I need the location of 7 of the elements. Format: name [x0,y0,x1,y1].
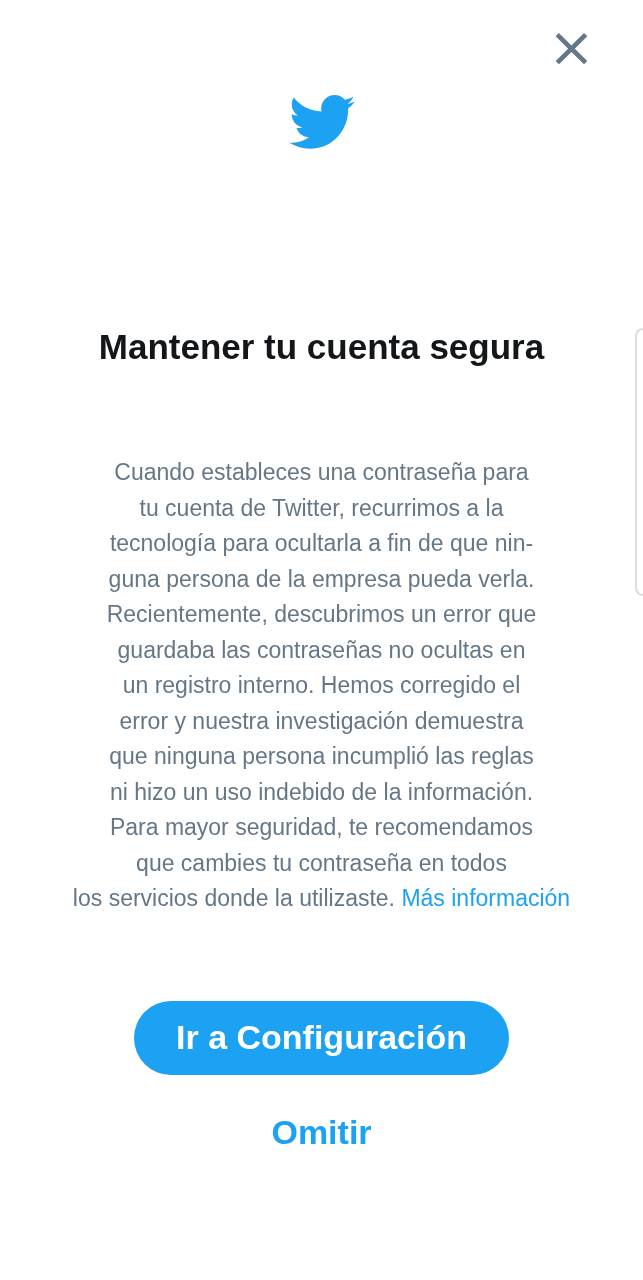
more-info-link[interactable]: Más información [401,885,571,911]
close-button[interactable]: × [544,25,599,69]
screen-title: Mantener tu cuenta segura [98,326,545,368]
body-paragraph: Cuando estableces una contraseña para tu cuenta de Twitter, recurrimos a la tecnología para ocultarla a fin de que nin- guna persona de la empresa pueda verla. Recientemente, descubrimos un error que guardaba las contraseñas no ocultas en un registro interno. Hemos corregido el error y nuestra investigación demuestra que ninguna persona incumplió las reglas ni hizo un uso indebido de la información. Para mayor seguridad, te recomendamos que cambies tu contraseña en todos los servicios donde la utilizaste. Más información [72,458,571,913]
bird-icon [288,95,355,150]
skip-button[interactable]: Omitir [267,1112,376,1152]
settings-button[interactable]: Ir a Configuración [134,1000,509,1075]
